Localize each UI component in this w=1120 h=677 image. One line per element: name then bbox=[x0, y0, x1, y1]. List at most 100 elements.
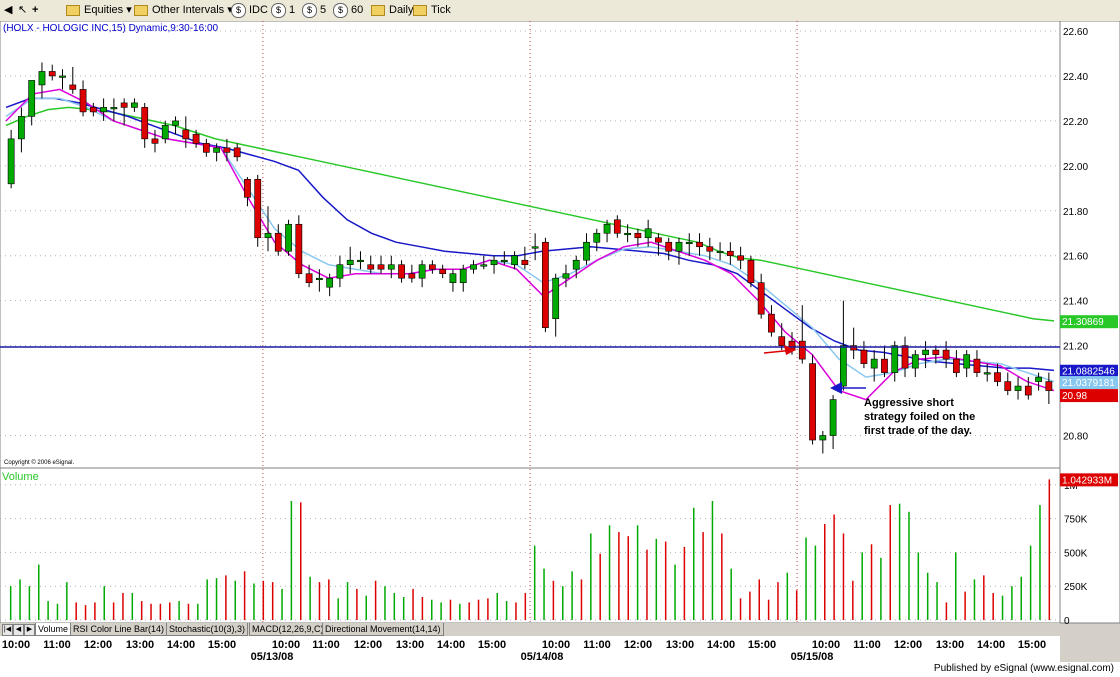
candle-body bbox=[942, 349, 950, 360]
candle-body bbox=[480, 264, 488, 267]
candle-body bbox=[901, 345, 909, 369]
candle-body bbox=[860, 349, 868, 364]
interval-idc-button[interactable]: $ IDC bbox=[231, 3, 268, 18]
interval-5-label: 5 bbox=[320, 4, 327, 16]
candle-body bbox=[131, 102, 138, 108]
folder-icon bbox=[66, 4, 80, 16]
candle-body bbox=[89, 107, 97, 113]
candle-body bbox=[182, 129, 190, 140]
tab-volume[interactable]: Volume bbox=[35, 623, 72, 636]
candle-body bbox=[696, 241, 703, 248]
crosshair-icon[interactable]: + bbox=[32, 3, 38, 18]
price-tick-label: 21.40 bbox=[1063, 297, 1088, 308]
time-tick-label: 11:00 bbox=[43, 639, 71, 651]
candle-body bbox=[829, 399, 837, 436]
time-tick-label: 10:00 bbox=[542, 639, 570, 651]
time-tick-label: 15:00 bbox=[208, 639, 236, 651]
candle-body bbox=[439, 268, 447, 275]
next-tab-icon[interactable]: ▶ bbox=[24, 624, 35, 636]
time-tick-label: 14:00 bbox=[167, 639, 195, 651]
candle-body bbox=[1045, 381, 1053, 391]
equities-label: Equities bbox=[84, 4, 124, 16]
interval-5-button[interactable]: $5 bbox=[302, 3, 326, 18]
time-tick-label: 12:00 bbox=[84, 639, 112, 651]
candle-body bbox=[983, 372, 991, 375]
time-tick-label: 14:00 bbox=[977, 639, 1005, 651]
candle-body bbox=[459, 268, 467, 284]
time-tick-label: 15:00 bbox=[748, 639, 776, 651]
candle-body bbox=[305, 273, 313, 284]
candle-body bbox=[881, 358, 888, 373]
candle-body bbox=[583, 241, 590, 261]
candle-body bbox=[490, 259, 498, 266]
daily-button[interactable]: Daily bbox=[371, 3, 413, 18]
candle-body bbox=[79, 89, 87, 113]
candle-body bbox=[38, 71, 46, 86]
candle-body bbox=[264, 232, 272, 239]
interval-idc-label: IDC bbox=[249, 4, 268, 16]
interval-60-button[interactable]: $60 bbox=[333, 3, 363, 18]
candle-body bbox=[285, 223, 292, 252]
candle-body bbox=[223, 147, 231, 153]
prev-tab-icon[interactable]: ◀ bbox=[13, 624, 24, 636]
time-tick-label: 13:00 bbox=[126, 639, 154, 651]
candle-body bbox=[685, 241, 693, 245]
candle-body bbox=[613, 219, 621, 234]
folder-icon bbox=[371, 4, 385, 16]
candle-body bbox=[387, 264, 395, 270]
pointer-icon[interactable]: ↖ bbox=[18, 3, 27, 18]
candle-body bbox=[449, 273, 457, 284]
candle-body bbox=[542, 241, 549, 328]
equities-button[interactable]: Equities ▾ bbox=[66, 3, 132, 18]
candle-body bbox=[655, 237, 662, 243]
footer-text: Published by eSignal (www.esignal.com) bbox=[933, 663, 1114, 674]
candle-body bbox=[706, 246, 714, 252]
candle-body bbox=[593, 232, 601, 243]
candle-body bbox=[922, 349, 929, 355]
interval-60-label: 60 bbox=[351, 4, 364, 16]
candle-body bbox=[562, 273, 570, 279]
tick-label: Tick bbox=[431, 4, 451, 16]
price-tick-label: 21.60 bbox=[1063, 252, 1088, 263]
candle-body bbox=[28, 80, 36, 117]
time-tick-label: 12:00 bbox=[354, 639, 382, 651]
tab-rsi[interactable]: RSI Color Line Bar(14) bbox=[70, 623, 168, 636]
price-tick-label: 20.80 bbox=[1063, 432, 1088, 443]
folder-icon bbox=[134, 4, 148, 16]
candle-body bbox=[202, 143, 210, 153]
back-icon[interactable]: ◀ bbox=[4, 3, 12, 18]
candle-body bbox=[757, 282, 765, 315]
candle-body bbox=[716, 250, 724, 254]
tab-directional-movement[interactable]: Directional Movement(14,14) bbox=[322, 623, 444, 636]
candle-body bbox=[634, 232, 642, 239]
tab-stochastic[interactable]: Stochastic(10(3),3) bbox=[166, 623, 249, 636]
time-tick-label: 15:00 bbox=[478, 639, 506, 651]
interval-1-button[interactable]: $1 bbox=[271, 3, 295, 18]
time-tick-label: 12:00 bbox=[624, 639, 652, 651]
time-tick-label: 13:00 bbox=[396, 639, 424, 651]
price-volume-chart[interactable]: 22.60 22.40 22.20 22.00 21.80 21.60 21.40 21.20… bbox=[0, 21, 1120, 636]
footer: Published by eSignal (www.esignal.com) bbox=[0, 662, 1120, 677]
candle-body bbox=[603, 223, 611, 234]
tick-button[interactable]: Tick bbox=[413, 3, 451, 18]
other-intervals-button[interactable]: Other Intervals ▾ bbox=[134, 3, 233, 18]
candle-body bbox=[953, 358, 960, 373]
candle-body bbox=[973, 358, 981, 373]
candle-body bbox=[408, 273, 416, 279]
price-tick-label: 21.20 bbox=[1063, 342, 1088, 353]
candle-body bbox=[151, 138, 159, 144]
candle-body bbox=[244, 179, 251, 198]
candle-body bbox=[511, 255, 518, 266]
candle-body bbox=[295, 223, 303, 275]
price-tick-label: 22.20 bbox=[1063, 117, 1088, 128]
candle-body bbox=[367, 264, 375, 270]
time-tick-label: 10:00 bbox=[2, 639, 30, 651]
interval-1-label: 1 bbox=[289, 4, 296, 16]
first-tab-icon[interactable]: |◀ bbox=[2, 624, 13, 636]
price-label-text: 20.98 bbox=[1062, 391, 1087, 402]
candle-body bbox=[346, 259, 354, 266]
price-label-text: 21.0379181 bbox=[1062, 378, 1115, 389]
tab-macd[interactable]: MACD(12,26,9,C) bbox=[249, 623, 327, 636]
candle-body bbox=[100, 107, 107, 113]
candle-body bbox=[644, 228, 652, 239]
